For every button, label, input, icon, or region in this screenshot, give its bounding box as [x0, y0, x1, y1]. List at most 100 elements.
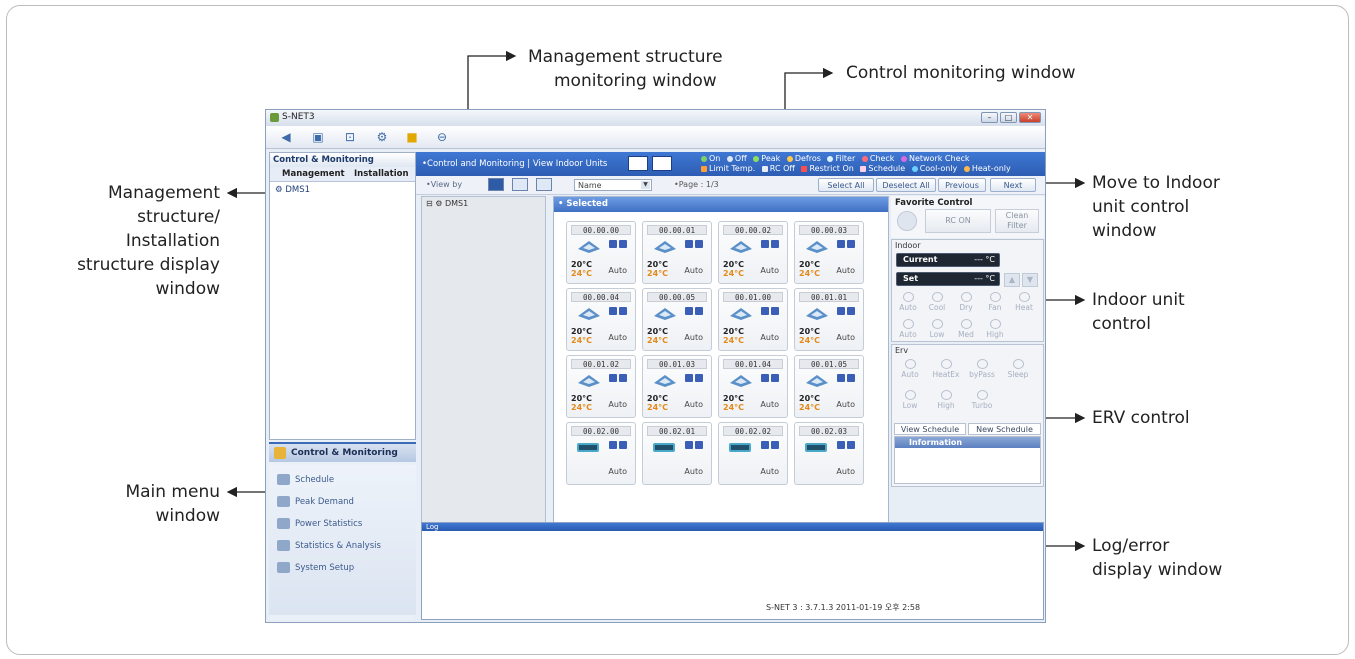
legend-label: Limit Temp.: [709, 164, 756, 173]
clean-filter-button[interactable]: Clean Filter: [995, 209, 1039, 233]
menu-item-statistics-analysis[interactable]: Statistics & Analysis: [269, 535, 416, 557]
indoor-unit-card[interactable]: 00.00.05 20°C 24°C Auto: [642, 288, 712, 351]
information-panel: Information: [894, 436, 1041, 484]
small-grid-icon[interactable]: [512, 178, 528, 191]
indoor-unit-card[interactable]: 00.02.00 Auto: [566, 422, 636, 485]
folder-icon[interactable]: ■: [400, 128, 424, 146]
power-icon[interactable]: ⊖: [430, 128, 454, 146]
erv-mode-auto-button[interactable]: Auto: [896, 359, 924, 379]
back-icon[interactable]: ◀: [274, 128, 298, 146]
air-conditioner-icon: [729, 443, 751, 452]
mode-dry-button[interactable]: Dry: [952, 292, 980, 312]
indoor-unit-card[interactable]: 00.00.03 20°C 24°C Auto: [794, 221, 864, 284]
indoor-unit-card[interactable]: 00.01.01 20°C 24°C Auto: [794, 288, 864, 351]
tab-installation[interactable]: Installation: [354, 169, 409, 179]
current-value: --- °C: [974, 255, 995, 264]
menu-item-schedule[interactable]: Schedule: [269, 469, 416, 491]
selected-header: • Selected: [554, 197, 888, 212]
erv-mode-sleep-button[interactable]: Sleep: [1004, 359, 1032, 379]
fan-med-button[interactable]: Med: [952, 319, 980, 339]
indoor-unit-card[interactable]: 00.02.03 Auto: [794, 422, 864, 485]
fan-auto-button[interactable]: Auto: [894, 319, 922, 339]
tree-node-dms1[interactable]: ⊟ ⚙ DMS1: [426, 199, 468, 208]
annotation-line: Indoor unit: [1092, 290, 1185, 310]
air-conditioner-icon: [806, 375, 828, 387]
indoor-unit-card[interactable]: 00.01.05 20°C 24°C Auto: [794, 355, 864, 418]
sort-select[interactable]: Name ▼: [574, 179, 652, 191]
tab-management[interactable]: Management: [282, 169, 345, 179]
legend-label: Check: [869, 154, 895, 163]
erv-mode-heatex-button[interactable]: HeatEx: [932, 359, 960, 379]
peak-demand-icon: [277, 496, 290, 507]
window-icon[interactable]: ▣: [306, 128, 330, 146]
erv-fan-turbo-button[interactable]: Turbo: [968, 390, 996, 410]
indoor-unit-card[interactable]: 00.01.00 20°C 24°C Auto: [718, 288, 788, 351]
list-view-button[interactable]: [652, 156, 672, 171]
status-badge: [695, 374, 703, 382]
temp-up-button[interactable]: ▲: [1004, 273, 1020, 287]
med-icon: [960, 319, 972, 329]
mode-fan-button[interactable]: Fan: [981, 292, 1009, 312]
rc-on-button[interactable]: RC ON: [925, 209, 991, 233]
maximize-button[interactable]: □: [1000, 112, 1017, 123]
tree-node-label: DMS1: [444, 199, 469, 208]
system-setup-icon: [277, 562, 290, 573]
power-button[interactable]: [897, 211, 917, 231]
close-button[interactable]: ✕: [1019, 112, 1041, 123]
button-label: High: [937, 401, 955, 410]
indoor-unit-card[interactable]: 00.00.01 20°C 24°C Auto: [642, 221, 712, 284]
view-schedule-button[interactable]: View Schedule: [894, 423, 966, 435]
mode-heat-button[interactable]: Heat: [1010, 292, 1038, 312]
air-conditioner-icon: [578, 375, 600, 387]
indoor-unit-card[interactable]: 00.01.04 20°C 24°C Auto: [718, 355, 788, 418]
select-all-button[interactable]: Select All: [818, 178, 874, 192]
indoor-unit-card[interactable]: 00.02.02 Auto: [718, 422, 788, 485]
deselect-all-button[interactable]: Deselect All: [876, 178, 936, 192]
minimize-button[interactable]: –: [981, 112, 998, 123]
list-icon[interactable]: [536, 178, 552, 191]
button-label: Heat: [1015, 303, 1033, 312]
zoom-icon[interactable]: ⊡: [338, 128, 362, 146]
indoor-unit-card[interactable]: 00.01.03 20°C 24°C Auto: [642, 355, 712, 418]
temp-down-button[interactable]: ▼: [1022, 273, 1038, 287]
button-label: Cool: [928, 303, 946, 312]
button-label: Sleep: [1007, 370, 1029, 379]
menu-item-power-statistics[interactable]: Power Statistics: [269, 513, 416, 535]
annotation-line: unit control: [1092, 197, 1190, 217]
button-label: Fan: [988, 303, 1002, 312]
control-monitoring-menu[interactable]: Control & Monitoring: [269, 442, 416, 462]
settings-icon[interactable]: ⚙: [370, 128, 394, 146]
next-button[interactable]: Next: [990, 178, 1036, 192]
grid-view-button[interactable]: [628, 156, 648, 171]
legend-check-dot: [861, 155, 868, 162]
large-grid-icon[interactable]: [488, 178, 504, 191]
indoor-unit-card[interactable]: 00.01.02 20°C 24°C Auto: [566, 355, 636, 418]
fan-high-button[interactable]: High: [981, 319, 1009, 339]
indoor-unit-card[interactable]: 00.00.04 20°C 24°C Auto: [566, 288, 636, 351]
room-temperature: 20°C: [799, 394, 821, 403]
new-schedule-button[interactable]: New Schedule: [968, 423, 1041, 435]
button-label: Low: [902, 401, 918, 410]
menu-item-system-setup[interactable]: System Setup: [269, 557, 416, 579]
legend-label: Peak: [761, 154, 781, 163]
annotation-line: Installation: [125, 231, 220, 251]
indoor-unit-card[interactable]: 00.02.01 Auto: [642, 422, 712, 485]
legend-off-dot: [726, 155, 733, 162]
mode-cool-button[interactable]: Cool: [923, 292, 951, 312]
previous-button[interactable]: Previous: [938, 178, 986, 192]
air-conditioner-icon: [730, 375, 752, 387]
erv-fan-high-button[interactable]: High: [932, 390, 960, 410]
indoor-unit-card[interactable]: 00.00.02 20°C 24°C Auto: [718, 221, 788, 284]
indoor-unit-card[interactable]: 00.00.00 20°C 24°C Auto: [566, 221, 636, 284]
menu-item-peak-demand[interactable]: Peak Demand: [269, 491, 416, 513]
erv-fan-low-button[interactable]: Low: [896, 390, 924, 410]
status-badge: [695, 441, 703, 449]
erv-mode-bypass-button[interactable]: byPass: [968, 359, 996, 379]
mode-auto-button[interactable]: Auto: [894, 292, 922, 312]
high-icon: [989, 319, 1001, 329]
fan-low-button[interactable]: Low: [923, 319, 951, 339]
room-temperature: 20°C: [723, 260, 745, 269]
sleep-icon: [1012, 359, 1024, 369]
button-label: Auto: [899, 303, 917, 312]
tree-item-dms1[interactable]: ⚙ DMS1: [275, 185, 310, 195]
